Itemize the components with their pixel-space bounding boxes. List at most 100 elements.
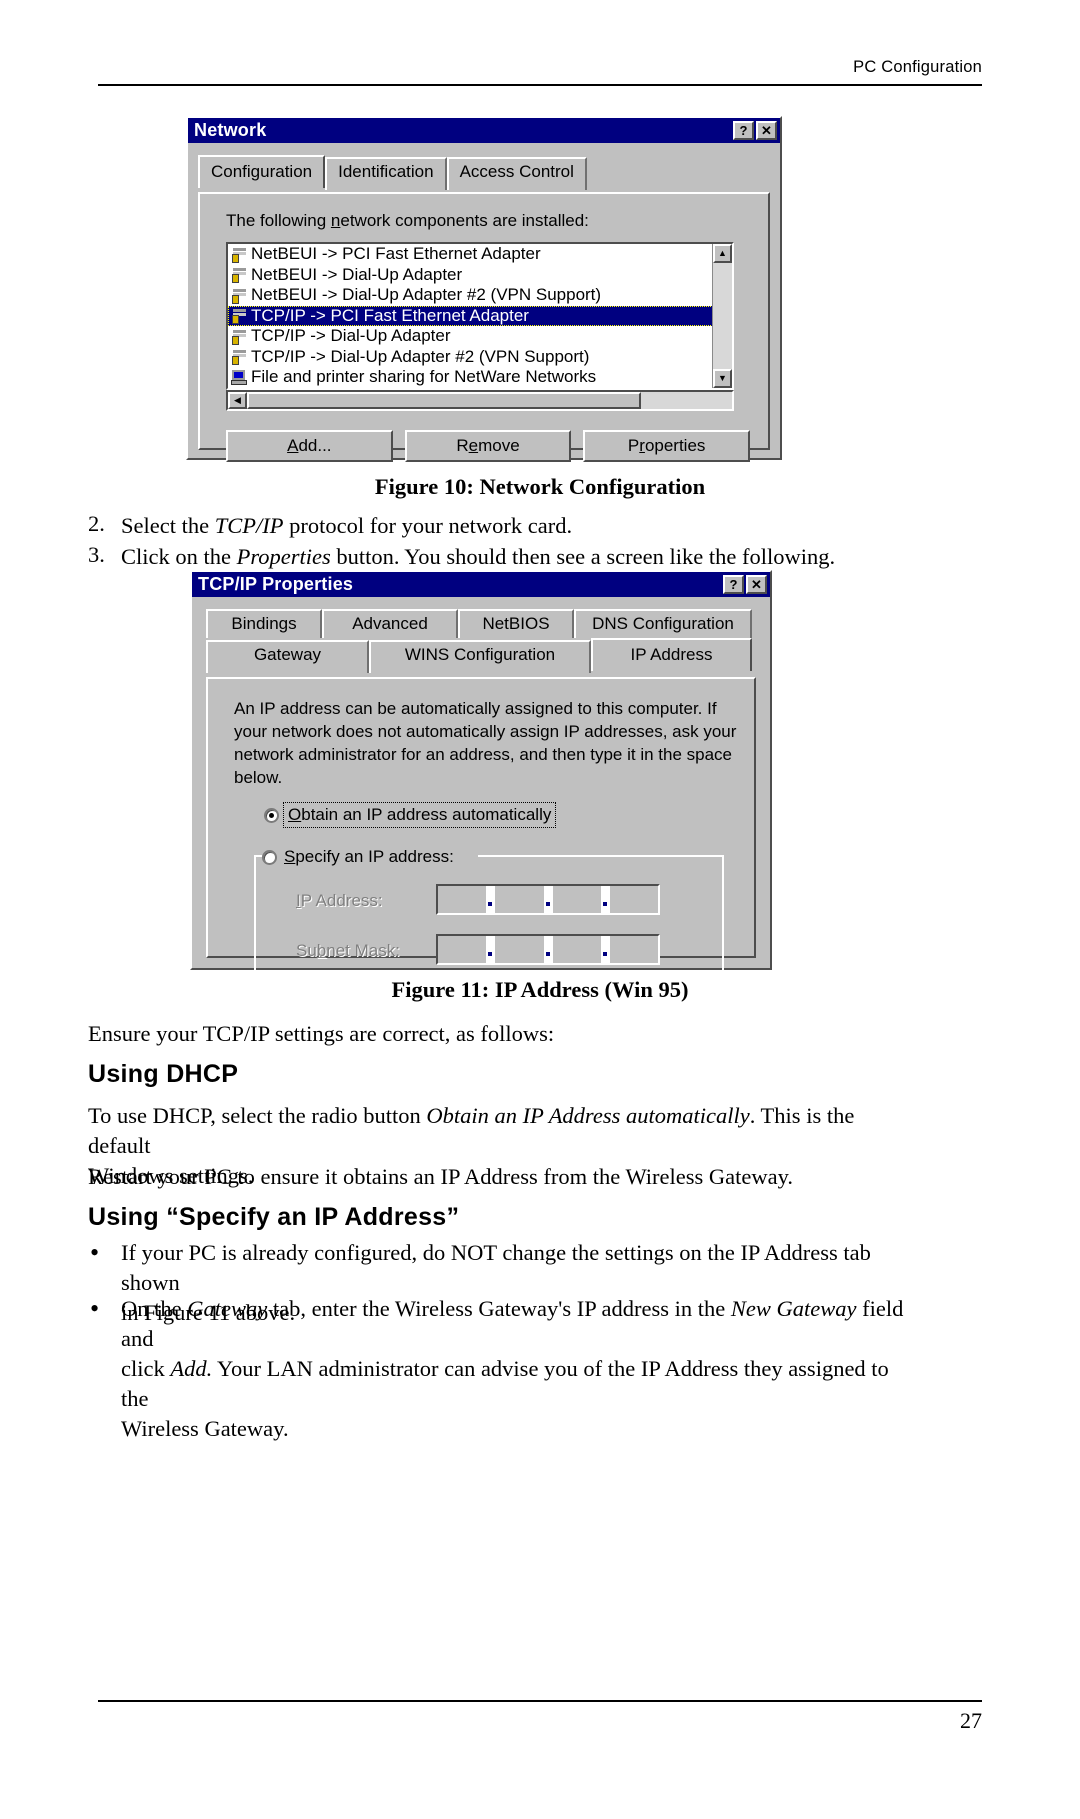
subnet-mask-label-text: net Mask:: [326, 941, 400, 960]
tab-netbios[interactable]: NetBIOS: [458, 609, 574, 638]
tab-access-control[interactable]: Access Control: [446, 157, 587, 190]
list-item-label: NetBEUI -> Dial-Up Adapter #2 (VPN Suppo…: [251, 285, 602, 305]
list-item[interactable]: NetBEUI -> PCI Fast Ethernet Adapter: [228, 244, 713, 265]
radio-specify-ip-address[interactable]: Specify an IP address:: [262, 847, 460, 867]
specify-b2-l1-pre: On the: [121, 1296, 188, 1321]
properties-button-post: operties: [644, 436, 706, 455]
remove-button[interactable]: Remove: [404, 430, 572, 462]
tcpip-tabstrip-row-2: Gateway WINS Configuration IP Address: [192, 638, 770, 673]
components-list-label-pre: The following: [226, 211, 331, 230]
tab-ip-address[interactable]: IP Address: [591, 638, 752, 671]
step-2-number: 2.: [88, 511, 105, 536]
close-icon[interactable]: ✕: [746, 575, 767, 594]
heading-using-dhcp: Using DHCP: [88, 1060, 239, 1088]
tab-bindings[interactable]: Bindings: [206, 609, 322, 638]
list-item-label: TCP/IP -> PCI Fast Ethernet Adapter: [251, 305, 529, 325]
step-3-post: button. You should then see a screen lik…: [330, 544, 836, 569]
add-button-post: dd...: [298, 436, 332, 455]
radio-obtain-label: Obtain an IP address automatically: [282, 802, 557, 828]
tcpip-properties-dialog: TCP/IP Properties ? ✕ Bindings Advanced …: [190, 570, 772, 987]
list-item[interactable]: NetBEUI -> Dial-Up Adapter #2 (VPN Suppo…: [228, 285, 713, 306]
ip-octet-4[interactable]: [610, 886, 658, 913]
network-dialog-window-buttons: ? ✕: [733, 121, 777, 140]
list-item[interactable]: File and printer sharing for NetWare Net…: [228, 367, 713, 388]
help-icon[interactable]: ?: [733, 121, 754, 140]
page-number: 27: [960, 1708, 982, 1733]
tab-wins-configuration[interactable]: WINS Configuration: [369, 640, 591, 673]
network-dialog-title: Network: [194, 120, 267, 140]
radio-obtain-ip-automatically[interactable]: Obtain an IP address automatically: [264, 802, 557, 828]
running-head: PC Configuration: [853, 58, 982, 76]
protocol-icon: [231, 329, 247, 345]
tab-identification[interactable]: Identification: [325, 157, 447, 190]
tcpip-dialog-window-buttons: ? ✕: [723, 575, 767, 594]
scroll-left-icon[interactable]: ◀: [228, 392, 247, 409]
help-icon[interactable]: ?: [723, 575, 744, 594]
specify-b2-l2-pre: click: [121, 1356, 171, 1381]
hscroll-track[interactable]: [641, 392, 732, 409]
subnet-octet-4[interactable]: [610, 936, 658, 963]
ip-address-input[interactable]: [436, 884, 660, 915]
scroll-down-icon[interactable]: ▼: [713, 369, 732, 388]
add-button-mnemonic: A: [287, 436, 299, 455]
remove-button-pre: R: [456, 436, 469, 455]
protocol-icon: [231, 288, 247, 304]
specify-bullet-1-line1: If your PC is already configured, do NOT…: [121, 1240, 871, 1295]
step-2-post: protocol for your network card.: [283, 513, 573, 538]
page-footer: 27: [98, 1700, 982, 1734]
hscroll-thumb[interactable]: [247, 392, 641, 409]
step-3-pre: Click on the: [121, 544, 237, 569]
network-dialog-buttons: Add... Remove Properties: [226, 430, 751, 462]
ip-octet-3[interactable]: [553, 886, 601, 913]
add-button[interactable]: Add...: [226, 430, 393, 462]
listbox-vertical-scrollbar[interactable]: ▲ ▼: [712, 244, 732, 388]
subnet-octet-1[interactable]: [438, 936, 486, 963]
network-dialog: Network ? ✕ Configuration Identification…: [186, 116, 782, 462]
radio-indicator-unchecked[interactable]: [262, 849, 277, 865]
close-icon[interactable]: ✕: [756, 121, 777, 140]
radio-specify-label: Specify an IP address:: [284, 847, 454, 867]
protocol-icon: [231, 308, 247, 325]
list-item-selected[interactable]: TCP/IP -> PCI Fast Ethernet Adapter: [228, 305, 713, 326]
description-line-4: below.: [234, 768, 283, 787]
subnet-mask-input[interactable]: [436, 934, 660, 965]
tab-configuration[interactable]: Configuration: [198, 155, 326, 188]
components-list-label: The following network components are ins…: [226, 211, 589, 231]
tab-advanced[interactable]: Advanced: [322, 609, 458, 638]
radio-specify-mnemonic: S: [284, 847, 296, 866]
ip-dot-2: [543, 886, 553, 913]
list-item-label: NetBEUI -> Dial-Up Adapter: [251, 264, 463, 284]
list-item-label: File and printer sharing for NetWare Net…: [251, 367, 597, 387]
step-2-emphasis: TCP/IP: [214, 513, 284, 538]
groupbox-top-right-rule: [478, 855, 724, 857]
dhcp-p1-emphasis: Obtain an IP Address automatically: [426, 1103, 750, 1128]
subnet-octet-3[interactable]: [553, 936, 601, 963]
scroll-up-icon[interactable]: ▲: [713, 244, 732, 263]
specify-bullet-2-line1: On the Gateway tab, enter the Wireless G…: [121, 1294, 921, 1354]
tab-gateway[interactable]: Gateway: [206, 640, 369, 673]
network-components-listbox[interactable]: NetBEUI -> PCI Fast Ethernet Adapter Net…: [226, 242, 734, 390]
specify-b2-l2-post: Your LAN administrator can advise you of…: [121, 1356, 889, 1411]
subnet-dot-3: [600, 936, 610, 963]
list-item[interactable]: NetBEUI -> Dial-Up Adapter: [228, 265, 713, 286]
step-3-emphasis: Properties: [236, 544, 331, 569]
description-line-1: An IP address can be automatically assig…: [234, 699, 717, 718]
specify-b2-l1-mid: tab, enter the Wireless Gateway's IP add…: [267, 1296, 731, 1321]
radio-indicator-checked[interactable]: [264, 807, 279, 823]
list-item[interactable]: TCP/IP -> Dial-Up Adapter #2 (VPN Suppor…: [228, 347, 713, 368]
tab-dns-configuration[interactable]: DNS Configuration: [574, 609, 752, 638]
figure-11-caption: Figure 11: IP Address (Win 95): [391, 977, 689, 1002]
tcpip-dialog-title: TCP/IP Properties: [198, 574, 354, 594]
ip-address-description: An IP address can be automatically assig…: [234, 697, 736, 789]
properties-button[interactable]: Properties: [583, 430, 751, 462]
listbox-horizontal-scrollbar[interactable]: ◀: [226, 390, 734, 411]
subnet-octet-2[interactable]: [495, 936, 543, 963]
ip-octet-2[interactable]: [495, 886, 543, 913]
list-item-label: TCP/IP -> Dial-Up Adapter #2 (VPN Suppor…: [251, 346, 590, 366]
list-item[interactable]: TCP/IP -> Dial-Up Adapter: [228, 326, 713, 347]
tcpip-dialog-titlebar: TCP/IP Properties ? ✕: [192, 572, 770, 597]
specify-b2-l2-em: Add.: [170, 1356, 213, 1381]
header-rule: [98, 84, 982, 86]
dhcp-p1-pre: To use DHCP, select the radio button: [88, 1103, 427, 1128]
ip-octet-1[interactable]: [438, 886, 486, 913]
